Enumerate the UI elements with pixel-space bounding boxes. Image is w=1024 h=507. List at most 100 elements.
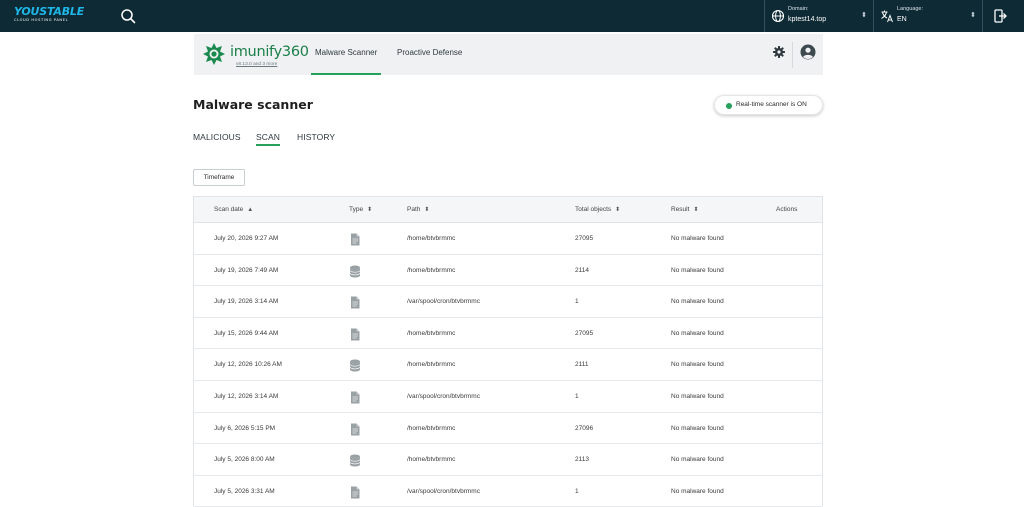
scan-date-cell: July 5, 2026 3:31 AM	[214, 487, 275, 495]
language-select[interactable]: Language: EN ⬍	[874, 0, 982, 32]
path-cell: /home/btvbrmmc	[407, 329, 456, 337]
path-cell: /var/spool/cron/btvbrmmc	[407, 487, 480, 495]
divider	[982, 0, 983, 32]
file-icon	[349, 326, 361, 341]
total-objects-cell: 2113	[575, 456, 589, 464]
domain-label: Domain:	[788, 6, 809, 12]
chevron-updown-icon: ⬍	[861, 11, 867, 19]
column-label: Total objects	[575, 206, 612, 213]
column-label: Result	[671, 206, 690, 213]
table-row[interactable]: July 12, 2026 3:14 AM/var/spool/cron/btv…	[194, 381, 822, 413]
total-objects-cell: 2111	[575, 361, 589, 369]
table-row[interactable]: July 6, 2026 5:15 PM/home/btvbrmmc 27096 N…	[194, 413, 822, 445]
sort-icon: ⬍	[424, 207, 430, 213]
tab-history[interactable]: HISTORY	[297, 132, 335, 142]
result-cell: No malware found	[671, 456, 724, 464]
tab-malicious[interactable]: MALICIOUS	[193, 132, 241, 142]
logout-icon[interactable]	[992, 8, 1008, 24]
version-link[interactable]: v8.13.0 and 3 more	[236, 62, 277, 67]
total-objects-cell: 27095	[575, 329, 594, 337]
column-result[interactable]: Result ⬍	[671, 206, 698, 213]
path-cell: /home/btvbrmmc	[407, 456, 456, 464]
chevron-updown-icon: ⬍	[970, 11, 976, 19]
total-objects-cell: 1	[575, 298, 579, 306]
result-cell: No malware found	[671, 298, 724, 306]
database-icon	[349, 263, 361, 278]
column-type[interactable]: Type ⬍	[349, 206, 372, 213]
column-path[interactable]: Path ⬍	[407, 206, 429, 213]
result-cell: No malware found	[671, 361, 724, 369]
table-row[interactable]: July 15, 2026 9:44 AM/home/btvbrmmc 27095…	[194, 318, 822, 350]
brand-logo[interactable]: YOUSTABLE CLOUD HOSTING PANEL	[14, 6, 94, 26]
table-row[interactable]: July 5, 2026 3:31 AM/var/spool/cron/btvb…	[194, 476, 822, 507]
column-total-objects[interactable]: Total objects ⬍	[575, 206, 620, 213]
table-row[interactable]: July 5, 2026 8:00 AM/home/btvbrmmc 2113 No…	[194, 444, 822, 476]
tab-scan[interactable]: SCAN	[256, 132, 281, 146]
scan-date-cell: July 12, 2026 3:14 AM	[214, 393, 279, 400]
path-cell: /var/spool/cron/btvbrmmc	[407, 298, 480, 306]
search-icon[interactable]	[120, 8, 136, 24]
imunify-logo-text: imunify360	[230, 44, 309, 60]
column-label: Path	[407, 206, 421, 213]
tab-malware-scanner[interactable]: Malware Scanner	[310, 48, 382, 75]
table-row[interactable]: July 12, 2026 10:26 AM/home/btvbrmmc 2111…	[194, 349, 822, 381]
table-row[interactable]: July 19, 2026 3:14 AM/var/spool/cron/btv…	[194, 286, 822, 318]
user-avatar-icon[interactable]	[800, 44, 816, 60]
total-objects-cell: 27096	[575, 424, 594, 432]
tab-proactive-defense[interactable]: Proactive Defense	[397, 48, 462, 57]
brand-name: YOUSTABLE	[14, 5, 85, 18]
table-row[interactable]: July 19, 2026 7:49 AM/home/btvbrmmc 2114 N…	[194, 255, 822, 287]
page-title: Malware scanner	[193, 97, 313, 112]
file-icon	[349, 389, 361, 404]
scan-date-cell: July 19, 2026 7:49 AM	[214, 266, 279, 274]
total-objects-cell: 1	[575, 487, 579, 495]
globe-icon	[771, 9, 785, 23]
sort-icon: ⬍	[693, 207, 699, 213]
path-cell: /home/btvbrmmc	[407, 424, 456, 432]
sort-asc-icon: ▲	[247, 207, 254, 213]
realtime-scanner-text: Real-time scanner is ON	[736, 101, 807, 108]
table-header: Scan date ▲ Type ⬍ Path ⬍ Total objects ⬍ Re…	[194, 197, 822, 223]
scan-date-cell: July 6, 2026 5:15 PM	[214, 424, 276, 432]
file-icon	[349, 294, 361, 309]
column-scan-date[interactable]: Scan date ▲	[214, 206, 253, 213]
scan-date-cell: July 12, 2026 10:26 AM	[214, 361, 282, 369]
total-objects-cell: 27095	[575, 235, 594, 242]
scan-date-cell: July 15, 2026 9:44 AM	[214, 329, 279, 337]
language-label: Language:	[897, 6, 923, 12]
result-cell: No malware found	[671, 266, 724, 274]
imunify-logo-icon	[203, 43, 225, 65]
result-cell: No malware found	[671, 393, 724, 400]
column-label: Actions	[776, 206, 798, 213]
gear-icon[interactable]	[773, 46, 785, 58]
database-icon	[349, 452, 361, 467]
scan-date-cell: July 5, 2026 8:00 AM	[214, 456, 275, 464]
file-icon	[349, 421, 361, 436]
column-actions: Actions	[776, 206, 797, 213]
scan-history-table: Scan date ▲ Type ⬍ Path ⬍ Total objects ⬍ Re…	[193, 196, 823, 507]
imunify-logo[interactable]: imunify360 v8.13.0 and 3 more	[202, 42, 309, 70]
total-objects-cell: 1	[575, 393, 579, 400]
path-cell: /home/btvbrmmc	[407, 235, 456, 242]
database-icon	[349, 357, 361, 372]
sort-icon: ⬍	[367, 207, 373, 213]
timeframe-button[interactable]: Timeframe	[193, 169, 245, 186]
result-cell: No malware found	[671, 235, 724, 242]
table-row[interactable]: July 20, 2026 9:27 AM/home/btvbrmmc 27095…	[194, 223, 822, 255]
path-cell: /home/btvbrmmc	[407, 361, 456, 369]
result-cell: No malware found	[671, 487, 724, 495]
translate-icon	[881, 10, 893, 23]
domain-select[interactable]: Domain: kptest14.top ⬍	[765, 0, 873, 32]
scan-date-cell: July 20, 2026 9:27 AM	[214, 235, 279, 242]
file-icon	[349, 231, 361, 246]
column-label: Type	[349, 206, 364, 213]
result-cell: No malware found	[671, 329, 724, 337]
total-objects-cell: 2114	[575, 266, 589, 274]
path-cell: /home/btvbrmmc	[407, 266, 456, 274]
scan-date-cell: July 19, 2026 3:14 AM	[214, 298, 279, 306]
sort-icon: ⬍	[615, 207, 621, 213]
result-cell: No malware found	[671, 424, 724, 432]
column-label: Scan date	[214, 206, 244, 213]
status-dot-icon	[726, 103, 732, 109]
realtime-scanner-badge[interactable]: Real-time scanner is ON	[714, 95, 823, 115]
